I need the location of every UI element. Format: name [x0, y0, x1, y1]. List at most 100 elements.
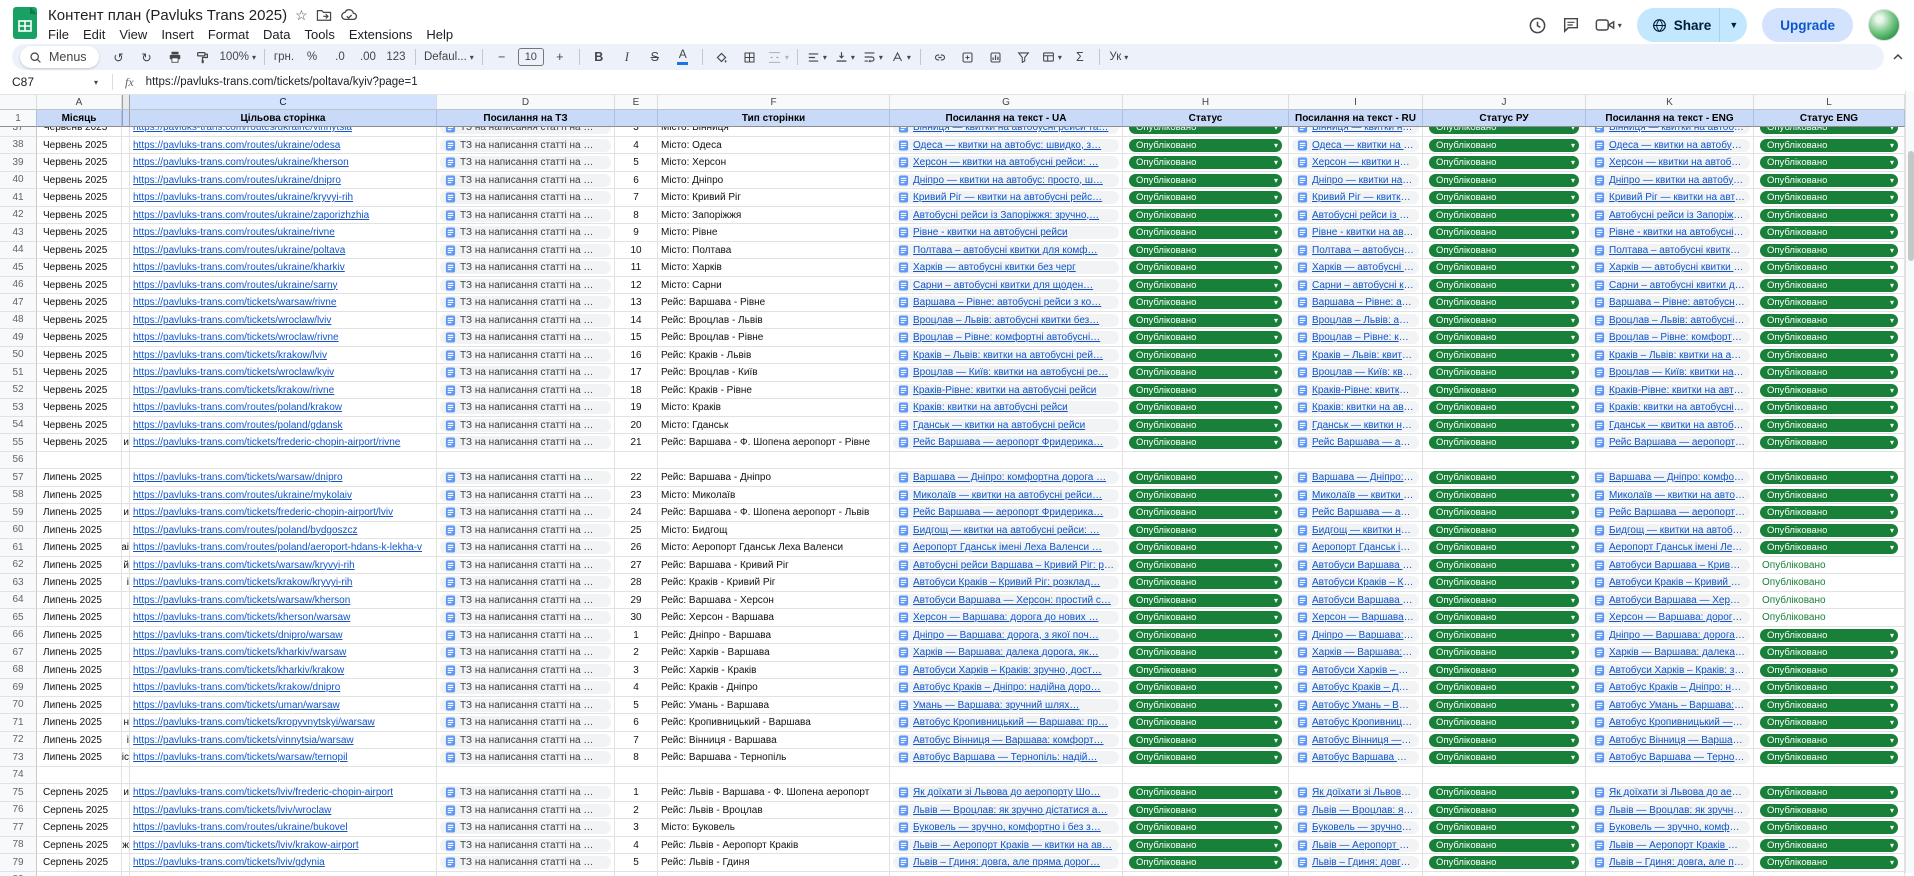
cell-number[interactable]: 12: [615, 277, 658, 295]
target-url-link[interactable]: https://pavluks-trans.com/tickets/krakow…: [133, 350, 327, 361]
cell-status-eng[interactable]: Опубліковано▾: [1754, 154, 1905, 172]
cell-link-ua[interactable]: Краків – Львів: квитки на автобусні рей…: [890, 347, 1123, 365]
cell-status-ru[interactable]: Опубліковано▾: [1423, 242, 1586, 260]
cell-status-ua[interactable]: [1123, 767, 1289, 785]
menu-insert[interactable]: Insert: [154, 26, 201, 43]
cell-target-url[interactable]: [130, 767, 437, 785]
cell-tz[interactable]: [437, 872, 615, 876]
cell-target-url[interactable]: https://pavluks-trans.com/tickets/uman/w…: [130, 697, 437, 715]
cell-month[interactable]: Червень 2025: [37, 294, 122, 312]
row-number[interactable]: 64: [0, 592, 37, 610]
status-dropdown-ru[interactable]: Опубліковано▾: [1429, 366, 1579, 379]
cell-status-eng[interactable]: Опубліковано▾: [1754, 487, 1905, 505]
doc-link-ru[interactable]: Вроцлав – Львів: автобусні квитки без…: [1292, 314, 1419, 327]
cell-tz[interactable]: ТЗ на написання статті на …: [437, 819, 615, 837]
cell-hidden-b[interactable]: [122, 207, 130, 225]
cell-status-ru[interactable]: Опубліковано▾: [1423, 732, 1586, 750]
cell-target-url[interactable]: https://pavluks-trans.com/tickets/wrocla…: [130, 329, 437, 347]
cell-status-ru[interactable]: Опубліковано▾: [1423, 347, 1586, 365]
horizontal-align-button[interactable]: ▾: [803, 46, 831, 68]
cell-tz[interactable]: ТЗ на написання статті на …: [437, 574, 615, 592]
cell-hidden-b[interactable]: и: [122, 784, 130, 802]
cell-link-ua[interactable]: Рейс Варшава — аеропорт Фридерика…: [890, 504, 1123, 522]
doc-link-ru[interactable]: Краків-Рівне: квитки на автобусні рейси: [1292, 384, 1419, 397]
cell-link-eng[interactable]: Вроцлав – Рівне: комфортні автобусні…: [1586, 329, 1754, 347]
row-number[interactable]: 37: [0, 127, 37, 137]
cell-status-ua[interactable]: Опубліковано▾: [1123, 679, 1289, 697]
cell-hidden-b[interactable]: [122, 662, 130, 680]
doc-link-ua[interactable]: Рейс Варшава — аеропорт Фридерика…: [893, 506, 1119, 519]
cell-hidden-b[interactable]: [122, 242, 130, 260]
doc-link-ua[interactable]: Харків — Варшава: далека дорога, як…: [893, 646, 1119, 659]
cell-link-eng[interactable]: Дніпро — квитки на автобус: просто, ш…: [1586, 172, 1754, 190]
cell-status-ua[interactable]: Опубліковано▾: [1123, 127, 1289, 137]
cell-link-ru[interactable]: Краків: квитки на автобусні рейси: [1289, 399, 1423, 417]
cell-target-url[interactable]: https://pavluks-trans.com/tickets/krakow…: [130, 574, 437, 592]
cell-link-ru[interactable]: Як доїхати зі Львова до аеропорту Шо…: [1289, 784, 1423, 802]
cell-number[interactable]: 20: [615, 417, 658, 435]
cell-status-ua[interactable]: Опубліковано▾: [1123, 487, 1289, 505]
row-number[interactable]: 74: [0, 767, 37, 785]
row-number[interactable]: 55: [0, 434, 37, 452]
cell-link-ru[interactable]: Бидгощ — квитки на автобусні рейси: …: [1289, 522, 1423, 540]
cell-target-url[interactable]: https://pavluks-trans.com/routes/ukraine…: [130, 154, 437, 172]
cell-link-eng[interactable]: Вінниця — квитки на автобусні рейси та…: [1586, 127, 1754, 137]
cell-status-ru[interactable]: [1423, 767, 1586, 785]
header-cell-D[interactable]: Посилання на ТЗ: [437, 110, 615, 127]
cell-target-url[interactable]: https://pavluks-trans.com/tickets/krakow…: [130, 679, 437, 697]
cell-link-ua[interactable]: Полтава – автобусні квитки для комф…: [890, 242, 1123, 260]
doc-link-ua[interactable]: Аеропорт Гданськ імені Леха Валенси …: [893, 541, 1119, 554]
row-number[interactable]: 51: [0, 364, 37, 382]
cell-status-eng[interactable]: Опубліковано▾: [1754, 802, 1905, 820]
doc-link-ua[interactable]: Рівне - квитки на автобусні рейси: [893, 226, 1119, 239]
doc-link-eng[interactable]: Автобус Варшава — Тернопіль: надій…: [1589, 751, 1750, 764]
cell-number[interactable]: 23: [615, 487, 658, 505]
doc-link-ru[interactable]: Автобус Краків – Дніпро: надійна доро…: [1292, 681, 1419, 694]
doc-link-eng[interactable]: Вінниця — квитки на автобусні рейси та…: [1589, 127, 1750, 134]
cell-link-eng[interactable]: Миколаїв — квитки на автобусні рейси…: [1586, 487, 1754, 505]
header-cell-F[interactable]: Тип сторінки: [658, 110, 890, 127]
move-folder-icon[interactable]: [316, 8, 332, 22]
cell-status-ua[interactable]: Опубліковано▾: [1123, 172, 1289, 190]
formula-input[interactable]: https://pavluks-trans.com/tickets/poltav…: [146, 76, 418, 88]
tz-doc-chip[interactable]: ТЗ на написання статті на …: [440, 226, 611, 239]
status-dropdown-eng[interactable]: Опубліковано▾: [1760, 681, 1898, 694]
text-rotation-button[interactable]: ▾: [887, 46, 915, 68]
status-dropdown-ua[interactable]: Опубліковано▾: [1129, 804, 1282, 817]
cell-link-ua[interactable]: Автобуси Харків – Краків: зручно, дост…: [890, 662, 1123, 680]
cell-target-url[interactable]: https://pavluks-trans.com/routes/ukraine…: [130, 189, 437, 207]
column-header-J[interactable]: J: [1423, 95, 1586, 110]
cell-hidden-b[interactable]: [122, 872, 130, 876]
header-cell-J[interactable]: Статус РУ: [1423, 110, 1586, 127]
cell-link-ru[interactable]: Кривий Ріг — квитки на автобусні рейс…: [1289, 189, 1423, 207]
cell-target-url[interactable]: https://pavluks-trans.com/tickets/kropyv…: [130, 714, 437, 732]
cell-hidden-b[interactable]: [122, 592, 130, 610]
header-cell-E[interactable]: [615, 110, 658, 127]
status-dropdown-ru[interactable]: Опубліковано▾: [1429, 751, 1579, 764]
cell-month[interactable]: Липень 2025: [37, 697, 122, 715]
cell-link-ua[interactable]: Краків-Рівне: квитки на автобусні рейси: [890, 382, 1123, 400]
cell-page-type[interactable]: Рейс: Краків - Рівне: [658, 382, 890, 400]
tz-doc-chip[interactable]: ТЗ на написання статті на …: [440, 349, 611, 362]
target-url-link[interactable]: https://pavluks-trans.com/tickets/freder…: [133, 507, 393, 518]
cell-status-ua[interactable]: [1123, 872, 1289, 876]
doc-link-ua[interactable]: Буковель — зручно, комфортно і без з…: [893, 821, 1119, 834]
tz-doc-chip[interactable]: ТЗ на написання статті на …: [440, 576, 611, 589]
cell-hidden-b[interactable]: [122, 469, 130, 487]
tz-doc-chip[interactable]: ТЗ на написання статті на …: [440, 156, 611, 169]
cell-status-ua[interactable]: Опубліковано▾: [1123, 574, 1289, 592]
row-number[interactable]: 53: [0, 399, 37, 417]
row-number[interactable]: 1: [0, 110, 37, 127]
cell-status-ua[interactable]: Опубліковано▾: [1123, 627, 1289, 645]
cell-status-ua[interactable]: Опубліковано▾: [1123, 417, 1289, 435]
cell-status-eng[interactable]: Опубліковано▾: [1754, 347, 1905, 365]
doc-link-ua[interactable]: Львів — Аеропорт Краків — квитки на ав…: [893, 839, 1119, 852]
cell-hidden-b[interactable]: и: [122, 504, 130, 522]
doc-link-eng[interactable]: Гданськ — квитки на автобусні рейси: [1589, 419, 1750, 432]
cell-number[interactable]: 5: [615, 854, 658, 872]
status-dropdown-ua[interactable]: Опубліковано▾: [1129, 751, 1282, 764]
cell-target-url[interactable]: https://pavluks-trans.com/tickets/wrocla…: [130, 312, 437, 330]
doc-link-ru[interactable]: Миколаїв — квитки на автобусні рейси…: [1292, 489, 1419, 502]
doc-link-ua[interactable]: Миколаїв — квитки на автобусні рейси…: [893, 489, 1119, 502]
italic-button[interactable]: I: [613, 46, 641, 68]
